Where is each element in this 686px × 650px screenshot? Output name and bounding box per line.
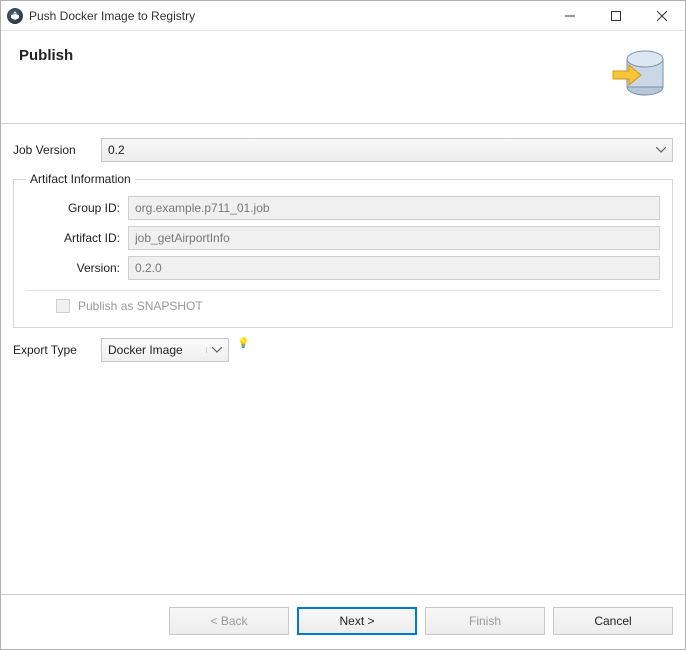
- snapshot-checkbox: [56, 299, 70, 313]
- minimize-button[interactable]: [547, 1, 593, 31]
- export-type-select[interactable]: Docker Image: [101, 338, 229, 362]
- job-version-select[interactable]: 0.2: [101, 138, 673, 162]
- hint-bulb-icon: 💡: [237, 338, 249, 349]
- artifact-id-row: Artifact ID:: [26, 226, 660, 250]
- version-label: Version:: [26, 261, 128, 275]
- group-id-label: Group ID:: [26, 201, 128, 215]
- version-field: [128, 256, 660, 280]
- window-title: Push Docker Image to Registry: [29, 9, 547, 23]
- app-icon: [7, 8, 23, 24]
- content-area: Job Version 0.2 Artifact Information Gro…: [1, 123, 685, 595]
- export-type-value: Docker Image: [108, 343, 183, 357]
- job-version-label: Job Version: [13, 143, 95, 157]
- cancel-button[interactable]: Cancel: [553, 607, 673, 635]
- job-version-value: 0.2: [108, 143, 125, 157]
- artifact-legend: Artifact Information: [26, 172, 135, 186]
- artifact-fieldset: Artifact Information Group ID: Artifact …: [13, 172, 673, 328]
- titlebar: Push Docker Image to Registry: [1, 1, 685, 31]
- snapshot-row: Publish as SNAPSHOT: [26, 290, 660, 313]
- publish-icon: [611, 43, 667, 99]
- artifact-id-field: [128, 226, 660, 250]
- header-banner: Publish: [1, 31, 685, 123]
- group-id-row: Group ID:: [26, 196, 660, 220]
- chevron-down-icon: [206, 347, 222, 353]
- version-row: Version:: [26, 256, 660, 280]
- next-button[interactable]: Next >: [297, 607, 417, 635]
- chevron-down-icon: [656, 147, 666, 153]
- export-type-row: Export Type Docker Image 💡: [13, 338, 673, 362]
- close-button[interactable]: [639, 1, 685, 31]
- finish-button: Finish: [425, 607, 545, 635]
- job-version-row: Job Version 0.2: [13, 138, 673, 162]
- artifact-id-label: Artifact ID:: [26, 231, 128, 245]
- page-title: Publish: [19, 47, 73, 64]
- maximize-button[interactable]: [593, 1, 639, 31]
- export-type-label: Export Type: [13, 343, 95, 357]
- group-id-field: [128, 196, 660, 220]
- footer-buttons: < Back Next > Finish Cancel: [1, 595, 685, 649]
- snapshot-label: Publish as SNAPSHOT: [78, 299, 203, 313]
- back-button: < Back: [169, 607, 289, 635]
